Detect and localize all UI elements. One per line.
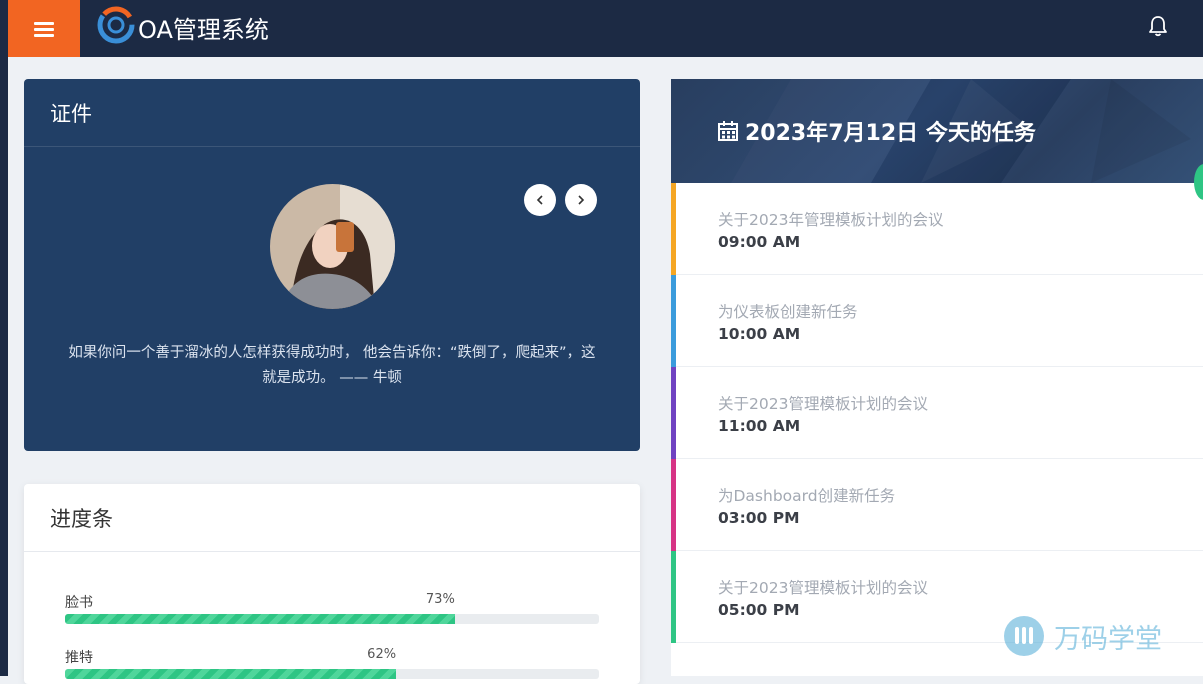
task-time: 03:00 PM	[718, 509, 800, 527]
hamburger-menu-icon	[34, 21, 54, 37]
task-name: 关于2023管理模板计划的会议	[718, 395, 928, 413]
task-item[interactable]: 为Dashboard创建新任务 03:00 PM	[671, 459, 1203, 551]
task-color-bar	[671, 367, 676, 459]
wanma-logo-icon	[1004, 616, 1044, 656]
progress-card: 进度条 脸书 73% 推特 62%	[24, 484, 640, 684]
progress-fill	[65, 614, 455, 624]
task-color-bar	[671, 459, 676, 551]
bell-icon[interactable]	[1148, 15, 1168, 37]
progress-label: 推特	[65, 650, 93, 666]
task-name: 关于2023管理模板计划的会议	[718, 579, 928, 597]
top-bar: OA管理系统	[0, 0, 1203, 57]
task-color-bar	[671, 275, 676, 367]
task-time: 10:00 AM	[718, 325, 801, 343]
progress-track	[65, 614, 599, 624]
certificate-card: 证件 如果你问一个善于溜冰的人怎样获得成功时， 他会告诉你：“跌倒了，爬起来”，…	[24, 79, 640, 451]
carousel-next-button[interactable]	[565, 184, 597, 216]
menu-toggle-button[interactable]	[8, 0, 80, 57]
certificate-card-title: 证件	[24, 79, 640, 147]
tasks-title: 2023年7月12日 今天的任务	[717, 115, 1036, 147]
calendar-icon	[718, 121, 738, 141]
task-color-bar	[671, 183, 676, 275]
tasks-card: 2023年7月12日 今天的任务 关于2023年管理模板计划的会议 09:00 …	[671, 79, 1203, 676]
progress-percent: 62%	[367, 647, 397, 662]
progress-card-title: 进度条	[24, 484, 640, 552]
oa-logo-icon	[97, 6, 135, 44]
task-time: 05:00 PM	[718, 601, 800, 619]
chevron-right-icon	[578, 195, 585, 205]
chevron-left-icon	[536, 195, 543, 205]
task-item[interactable]: 关于2023年管理模板计划的会议 09:00 AM	[671, 183, 1203, 275]
task-color-bar	[671, 551, 676, 643]
carousel-prev-button[interactable]	[524, 184, 556, 216]
tasks-title-text: 2023年7月12日 今天的任务	[745, 121, 1036, 146]
avatar	[270, 184, 395, 309]
tasks-header: 2023年7月12日 今天的任务	[671, 79, 1203, 183]
progress-label: 脸书	[65, 595, 93, 611]
watermark: 万码学堂	[1004, 616, 1162, 656]
progress-fill	[65, 669, 397, 679]
task-name: 为Dashboard创建新任务	[718, 487, 896, 505]
task-list: 关于2023年管理模板计划的会议 09:00 AM 为仪表板创建新任务 10:0…	[671, 183, 1203, 643]
progress-percent: 73%	[425, 592, 455, 607]
task-name: 为仪表板创建新任务	[718, 303, 858, 321]
task-item[interactable]: 为仪表板创建新任务 10:00 AM	[671, 275, 1203, 367]
quote-text: 如果你问一个善于溜冰的人怎样获得成功时， 他会告诉你：“跌倒了，爬起来”，这就是…	[68, 345, 596, 386]
task-name: 关于2023年管理模板计划的会议	[718, 211, 944, 229]
sidebar-strip	[0, 57, 8, 676]
watermark-text: 万码学堂	[1054, 623, 1162, 655]
task-time: 11:00 AM	[718, 417, 801, 435]
task-item[interactable]: 关于2023管理模板计划的会议 11:00 AM	[671, 367, 1203, 459]
task-time: 09:00 AM	[718, 233, 801, 251]
app-title: OA管理系统	[138, 16, 269, 44]
progress-track	[65, 669, 599, 679]
